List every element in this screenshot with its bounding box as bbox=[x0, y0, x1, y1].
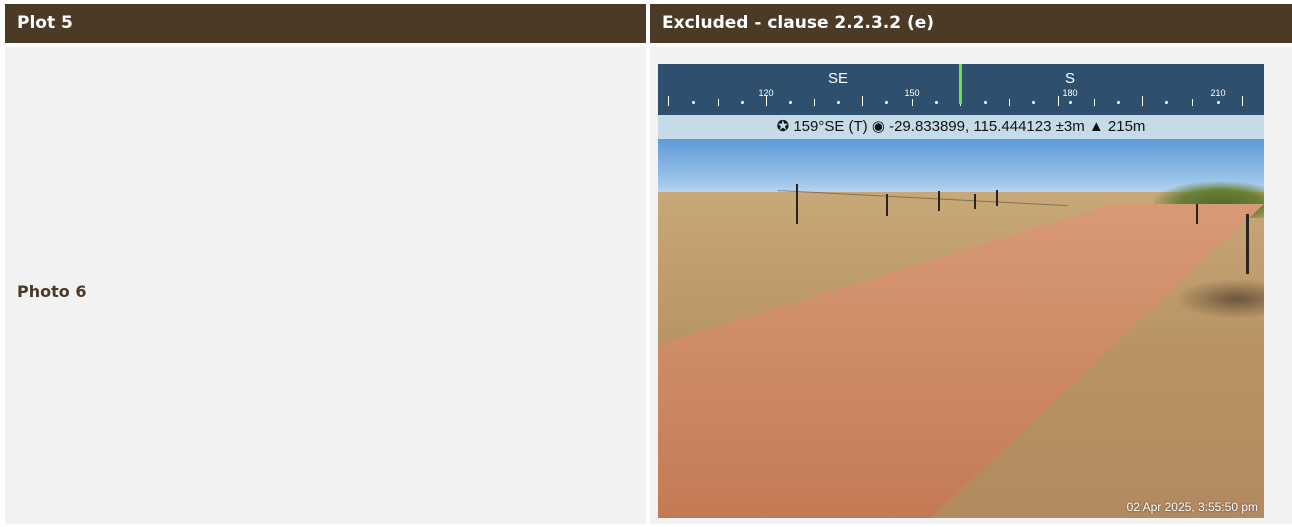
compass-dot bbox=[789, 101, 792, 104]
compass-tick bbox=[814, 99, 815, 106]
compass-tick bbox=[718, 99, 719, 106]
compass-strip: SE S 120 150 180 210 bbox=[658, 64, 1264, 115]
compass-tick bbox=[1192, 99, 1193, 106]
fence-post bbox=[1246, 214, 1249, 274]
compass-degree-label: 150 bbox=[904, 88, 920, 98]
compass-tick bbox=[1242, 96, 1243, 106]
photo-label: Photo 6 bbox=[17, 282, 87, 301]
label-cell: Photo 6 bbox=[5, 47, 646, 524]
fence-post bbox=[1196, 204, 1198, 224]
compass-tick bbox=[1094, 99, 1095, 106]
compass-direction-se: SE bbox=[827, 70, 849, 87]
compass-dot bbox=[741, 101, 744, 104]
compass-tick bbox=[912, 99, 913, 106]
compass-dot bbox=[1032, 101, 1035, 104]
photo-shadow bbox=[1174, 279, 1264, 319]
compass-tick bbox=[766, 96, 767, 106]
photo-timestamp: 02 Apr 2025, 3:55:50 pm bbox=[1126, 500, 1258, 514]
fence-post bbox=[974, 194, 976, 209]
compass-degree-label: 210 bbox=[1210, 88, 1226, 98]
compass-degree-label: 180 bbox=[1062, 88, 1078, 98]
table-header-status: Excluded - clause 2.2.3.2 (e) bbox=[650, 4, 1292, 43]
compass-tick bbox=[862, 96, 863, 106]
compass-dot bbox=[885, 101, 888, 104]
compass-dot bbox=[1217, 101, 1220, 104]
compass-dot bbox=[1069, 101, 1072, 104]
compass-needle bbox=[959, 64, 962, 104]
compass-dot bbox=[837, 101, 840, 104]
compass-dot bbox=[984, 101, 987, 104]
compass-tick bbox=[1142, 96, 1143, 106]
compass-direction-s: S bbox=[1064, 70, 1076, 87]
gps-info-bar: ✪ 159°SE (T) ◉ -29.833899, 115.444123 ±3… bbox=[658, 115, 1264, 139]
compass-tick bbox=[1009, 99, 1010, 106]
compass-tick bbox=[1058, 96, 1059, 106]
fence-post bbox=[886, 194, 888, 216]
compass-dot bbox=[935, 101, 938, 104]
fence-post bbox=[996, 190, 998, 206]
fence-post bbox=[796, 184, 798, 224]
fence-post bbox=[938, 191, 940, 211]
compass-dot bbox=[1165, 101, 1168, 104]
compass-dot bbox=[692, 101, 695, 104]
table-header-plot: Plot 5 bbox=[5, 4, 646, 43]
site-photo: SE S 120 150 180 210 ✪ 159°SE (T) ◉ -29.… bbox=[658, 64, 1264, 518]
compass-tick bbox=[668, 96, 669, 106]
compass-dot bbox=[1117, 101, 1120, 104]
